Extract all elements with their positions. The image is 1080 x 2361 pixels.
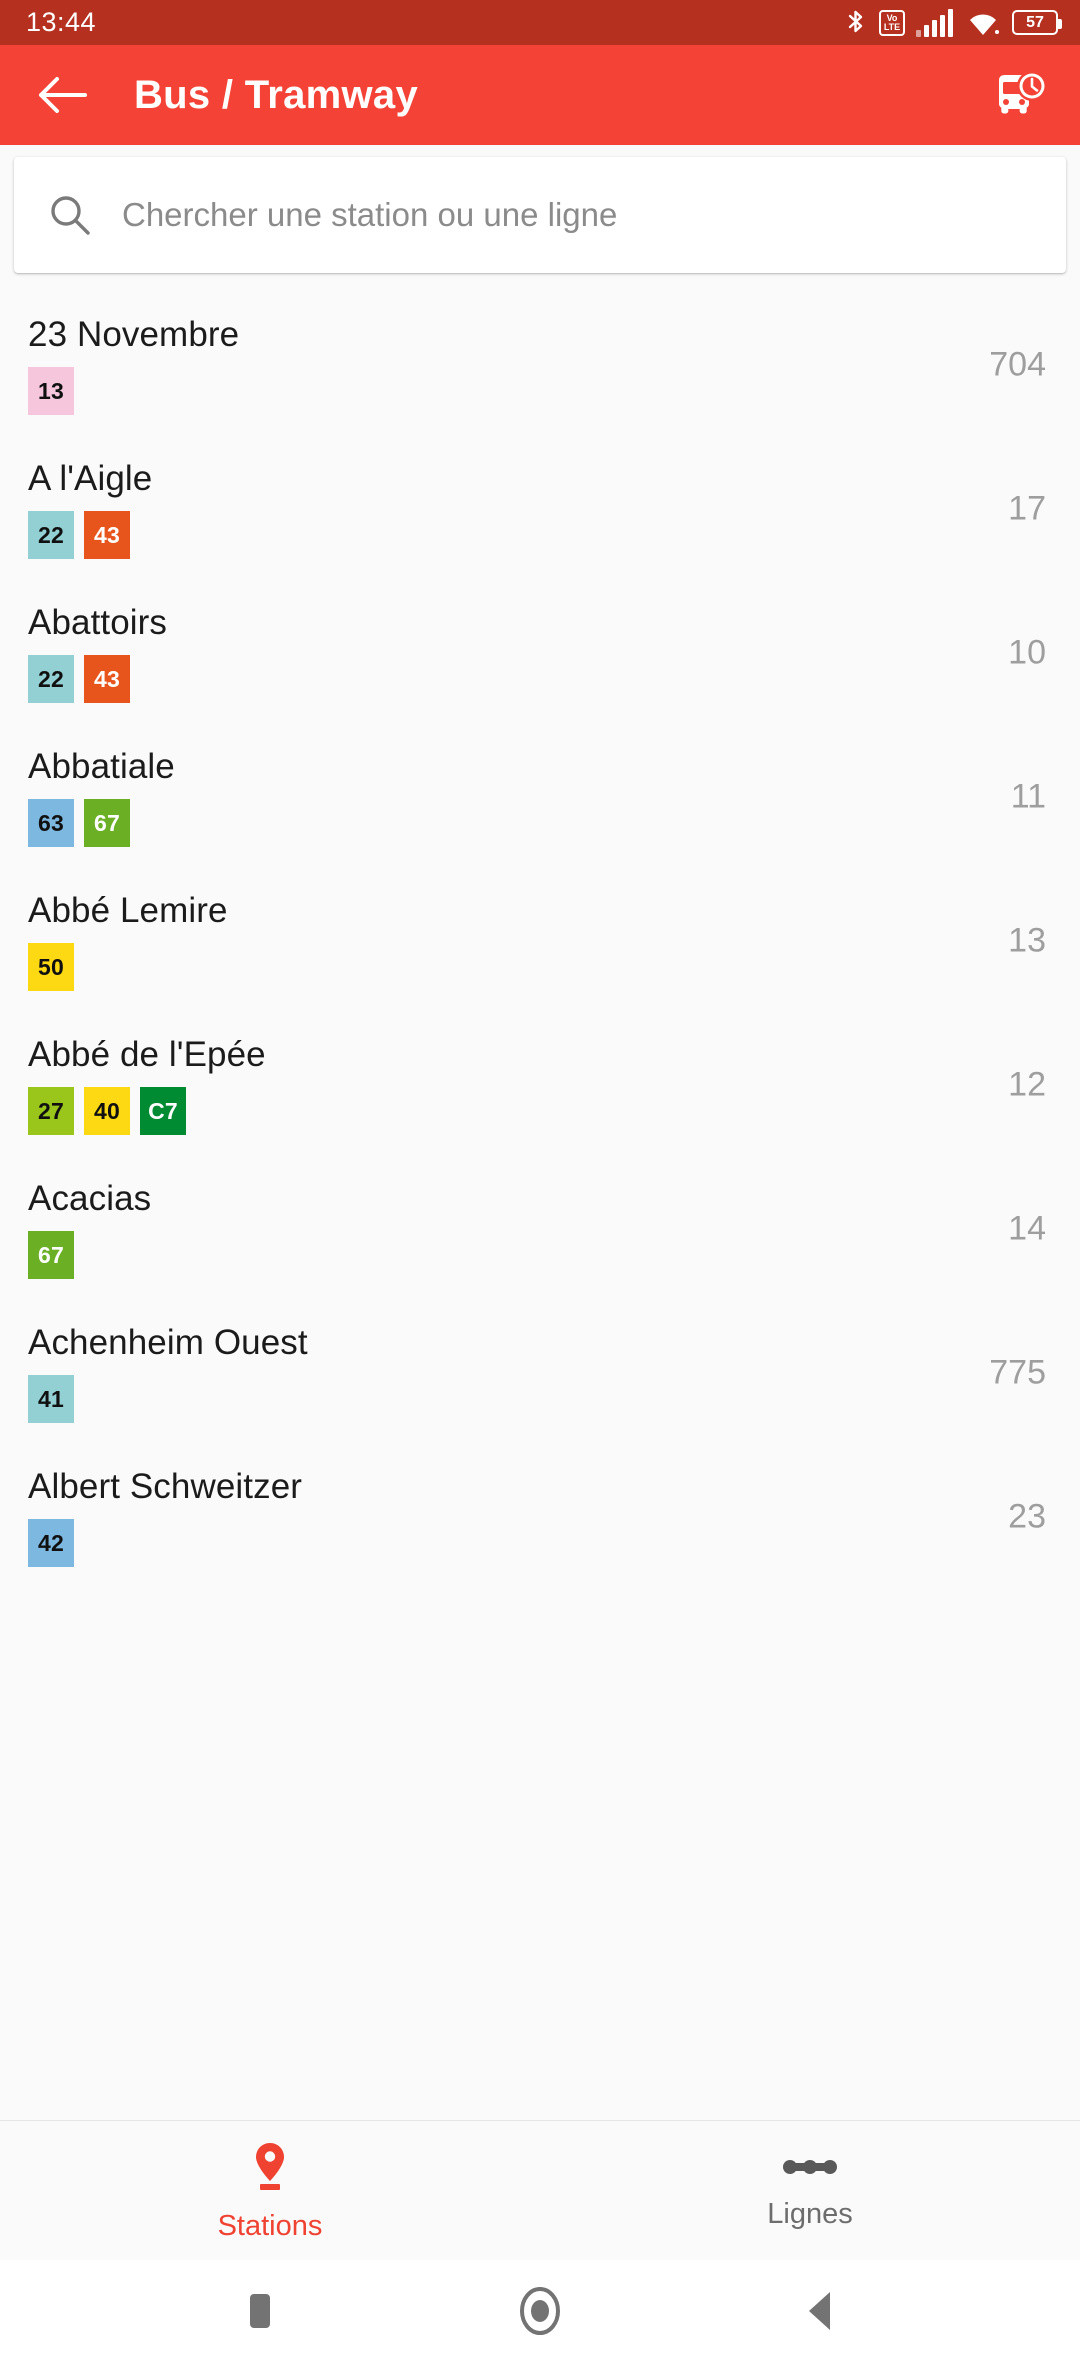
line-badge: 22 [28, 511, 74, 559]
line-badge: 22 [28, 655, 74, 703]
station-row[interactable]: Abbé Lemire 50 13 [0, 869, 1080, 1013]
line-badge-group: 50 [28, 943, 1046, 991]
station-distance-count: 17 [1008, 489, 1046, 528]
battery-icon: 57 [1012, 10, 1062, 35]
search-container [0, 145, 1080, 285]
back-arrow-icon[interactable] [34, 67, 90, 123]
station-row[interactable]: Abattoirs 22 43 10 [0, 581, 1080, 725]
line-badge-group: 41 [28, 1375, 1046, 1423]
station-distance-count: 13 [1008, 921, 1046, 960]
station-name: Acacias [28, 1179, 152, 1218]
station-row[interactable]: Acacias 67 14 [0, 1157, 1080, 1301]
line-badge-group: 67 [28, 1231, 1046, 1279]
search-icon [48, 193, 92, 237]
circle-home-icon[interactable] [495, 2266, 585, 2356]
bottom-nav-item-stations[interactable]: Stations [0, 2140, 540, 2241]
line-badge: 27 [28, 1087, 74, 1135]
line-badge: 42 [28, 1519, 74, 1567]
volte-icon: Vo LTE [879, 9, 905, 36]
status-bar-clock: 13:44 [26, 7, 97, 37]
line-badge: 43 [84, 511, 130, 559]
wifi-icon [965, 9, 1001, 37]
line-badge: 43 [84, 655, 130, 703]
line-badge: 50 [28, 943, 74, 991]
station-name: Albert Schweitzer [28, 1467, 303, 1506]
status-bar-icons: Vo LTE 57 [844, 8, 1062, 38]
line-badge-group: 27 40 C7 [28, 1087, 1046, 1135]
page-title: Bus / Tramway [134, 72, 419, 117]
bottom-nav-label-stations: Stations [217, 2210, 323, 2242]
line-badge: 41 [28, 1375, 74, 1423]
station-name: 23 Novembre [28, 315, 240, 354]
line-badge: 13 [28, 367, 74, 415]
line-badge: 40 [84, 1087, 130, 1135]
bluetooth-icon [844, 8, 868, 38]
station-distance-count: 704 [989, 345, 1046, 384]
phone-screen: 13:44 Vo LTE 57 Bus / Tramway Chercher u… [0, 0, 1080, 2361]
bus-schedule-icon[interactable] [988, 63, 1052, 127]
station-name: Abbé Lemire [28, 891, 228, 930]
station-distance-count: 10 [1008, 633, 1046, 672]
line-badge-group: 13 [28, 367, 1046, 415]
line-badge-group: 22 43 [28, 655, 1046, 703]
station-row[interactable]: A l'Aigle 22 43 17 [0, 437, 1080, 581]
line-badge: 63 [28, 799, 74, 847]
station-row[interactable]: Abbatiale 63 67 11 [0, 725, 1080, 869]
station-row[interactable]: 23 Novembre 13 704 [0, 293, 1080, 437]
station-distance-count: 775 [989, 1353, 1046, 1392]
station-name: Abattoirs [28, 603, 168, 642]
bottom-nav-label-lignes: Lignes [767, 2198, 853, 2230]
line-badge-group: 63 67 [28, 799, 1046, 847]
station-row[interactable]: Abbé de l'Epée 27 40 C7 12 [0, 1013, 1080, 1157]
station-distance-count: 12 [1008, 1065, 1046, 1104]
line-badge: C7 [140, 1087, 186, 1135]
station-row[interactable]: Albert Schweitzer 42 23 [0, 1445, 1080, 1589]
status-bar: 13:44 Vo LTE 57 [0, 0, 1080, 45]
line-badge-group: 42 [28, 1519, 1046, 1567]
android-navigation-bar [0, 2260, 1080, 2361]
line-badge: 67 [84, 799, 130, 847]
station-name: Abbatiale [28, 747, 175, 786]
search-input[interactable] [122, 196, 1032, 234]
volte-bottom-label: LTE [883, 21, 901, 32]
station-name: Abbé de l'Epée [28, 1035, 266, 1074]
bottom-navigation: Stations Lignes [0, 2120, 1080, 2260]
station-distance-count: 14 [1008, 1209, 1046, 1248]
station-distance-count: 11 [1010, 777, 1046, 816]
station-list[interactable]: 23 Novembre 13 704 A l'Aigle 22 43 17 Abattoirs… [0, 285, 1080, 2120]
search-box[interactable] [14, 157, 1066, 273]
station-distance-count: 23 [1008, 1497, 1046, 1536]
station-name: Achenheim Ouest [28, 1323, 308, 1362]
cellular-signal-icon [916, 8, 954, 37]
triangle-back-icon[interactable] [775, 2266, 865, 2356]
line-badge: 67 [28, 1231, 74, 1279]
battery-level-label: 57 [1026, 13, 1044, 31]
map-pin-icon [249, 2140, 291, 2199]
line-badge-group: 22 43 [28, 511, 1046, 559]
station-name: A l'Aigle [28, 459, 153, 498]
transit-line-icon [780, 2152, 840, 2187]
app-bar: Bus / Tramway [0, 45, 1080, 145]
bottom-nav-item-lignes[interactable]: Lignes [540, 2152, 1080, 2229]
square-recents-icon[interactable] [215, 2266, 305, 2356]
station-row[interactable]: Achenheim Ouest 41 775 [0, 1301, 1080, 1445]
